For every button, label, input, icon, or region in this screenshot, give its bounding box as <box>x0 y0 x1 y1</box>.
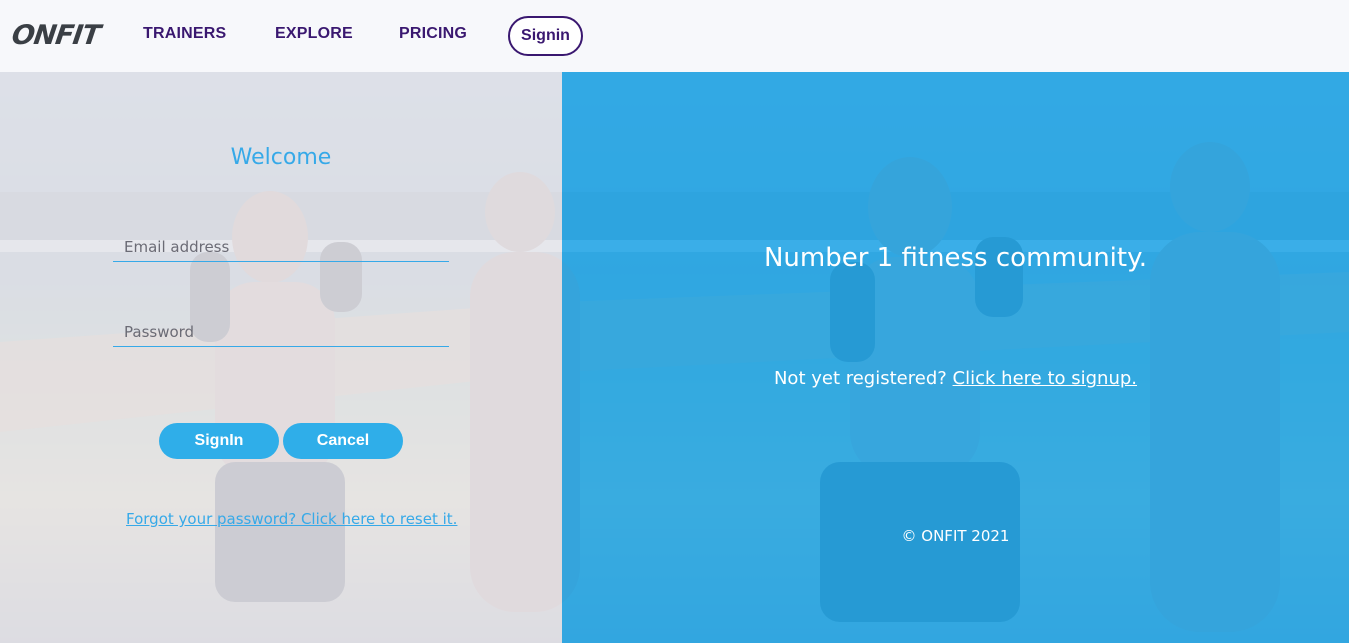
nav-link-explore[interactable]: EXPLORE <box>275 25 353 43</box>
welcome-title: Welcome <box>230 145 332 170</box>
copyright-text: © ONFIT 2021 <box>901 527 1010 545</box>
hero-section: Welcome SignIn Cancel Forgot your passwo… <box>0 72 1349 643</box>
signin-submit-button[interactable]: SignIn <box>159 423 279 459</box>
register-prompt-text: Not yet registered? <box>773 368 947 389</box>
signup-link[interactable]: Click here to signup. <box>953 368 1137 389</box>
navbar: ONFIT TRAINERS EXPLORE PRICING Signin <box>0 0 1349 72</box>
email-field[interactable] <box>113 232 449 262</box>
logo[interactable]: ONFIT <box>10 20 102 51</box>
password-field[interactable] <box>113 317 449 347</box>
register-prompt-row: Not yet registered? Click here to signup… <box>562 368 1349 389</box>
cancel-button[interactable]: Cancel <box>283 423 403 459</box>
nav-link-trainers[interactable]: TRAINERS <box>143 25 226 43</box>
promo-panel-overlay <box>562 72 1349 643</box>
nav-link-pricing[interactable]: PRICING <box>399 25 467 43</box>
tagline: Number 1 fitness community. <box>763 243 1148 273</box>
signin-nav-button[interactable]: Signin <box>508 16 583 56</box>
forgot-password-link[interactable]: Forgot your password? Click here to rese… <box>126 510 457 528</box>
